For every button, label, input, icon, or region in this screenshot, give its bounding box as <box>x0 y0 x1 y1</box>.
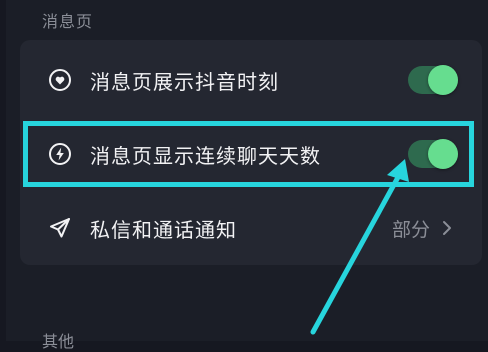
section-title-other: 其他 <box>42 332 75 351</box>
toggle-knob <box>428 65 458 95</box>
heart-circle-icon <box>47 67 73 93</box>
setting-row-chat-streak-days[interactable]: 消息页显示连续聊天天数 <box>20 117 482 191</box>
setting-label: 消息页显示连续聊天天数 <box>90 143 321 168</box>
toggle-knob <box>428 139 458 169</box>
send-icon <box>47 215 73 241</box>
setting-row-show-moments[interactable]: 消息页展示抖音时刻 <box>20 43 482 117</box>
setting-label: 消息页展示抖音时刻 <box>90 69 279 94</box>
section-title-messages: 消息页 <box>42 12 94 31</box>
setting-label: 私信和通话通知 <box>90 217 237 242</box>
lightning-circle-icon <box>47 141 73 167</box>
setting-value: 部分 <box>391 218 430 241</box>
chevron-right-icon <box>442 220 452 240</box>
chat-streak-toggle[interactable] <box>408 139 458 169</box>
show-moments-toggle[interactable] <box>408 65 458 95</box>
setting-row-dm-call-notifications[interactable]: 私信和通话通知 部分 <box>20 191 482 265</box>
